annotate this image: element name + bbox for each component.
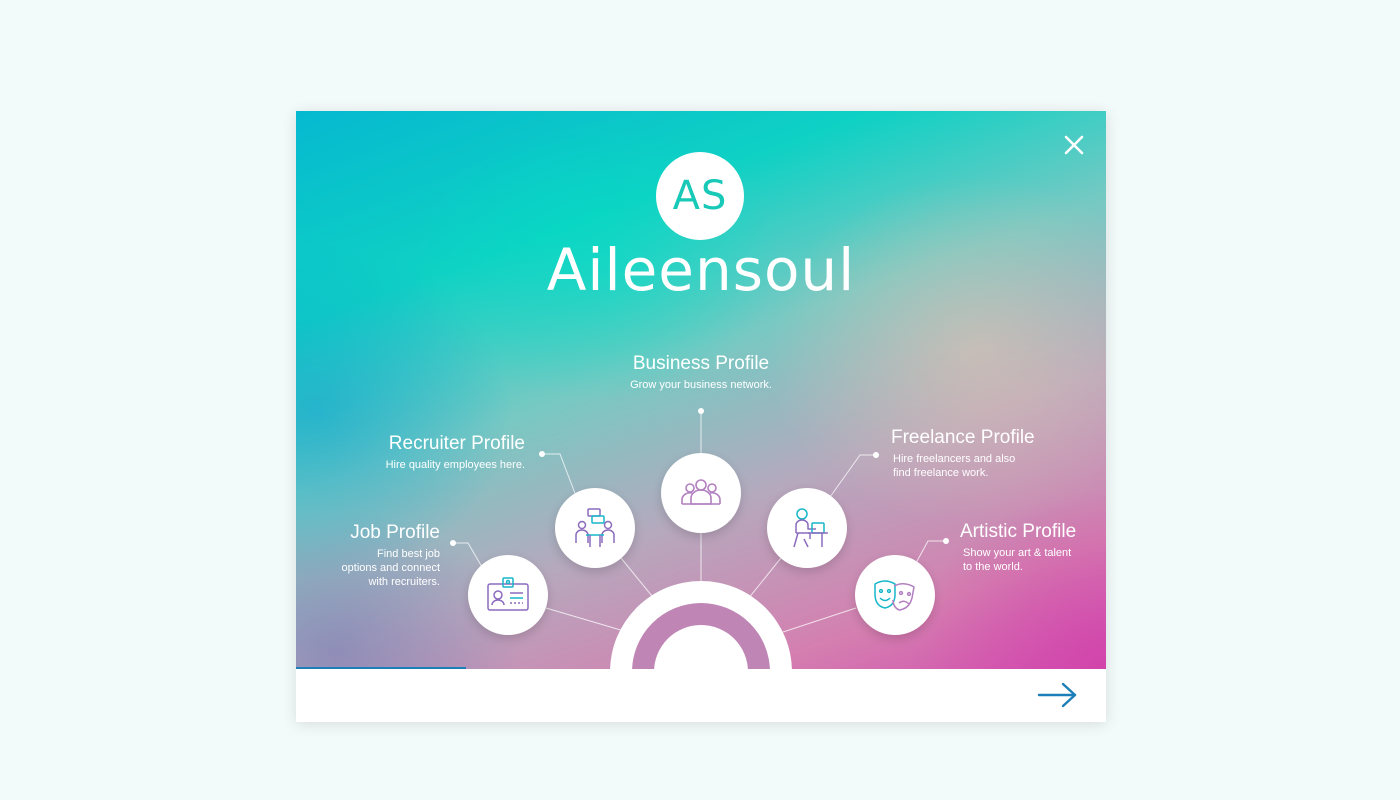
arrow-right-icon[interactable] [1036,680,1080,710]
freelance-profile-title: Freelance Profile [891,427,1035,448]
artistic-profile-button[interactable] [855,555,935,635]
modal-footer [296,669,1106,722]
center-arch-ring [632,603,770,669]
business-profile-button[interactable] [661,453,741,533]
artistic-profile-desc-line-2: to the world. [963,561,1023,573]
close-icon[interactable] [1060,131,1088,159]
brand-name: Aileensoul [546,236,856,304]
freelance-profile-label: Freelance Profile Hire freelancers and a… [891,427,1071,480]
group-icon [681,479,721,505]
job-profile-label: Job Profile Find best job options and co… [310,522,440,589]
center-arch-core [654,625,748,669]
job-profile-desc-line-2: options and connect [341,562,440,574]
business-profile-desc: Grow your business network. [630,379,772,391]
recruiter-profile-label: Recruiter Profile Hire quality employees… [326,433,525,472]
freelance-profile-desc-line-1: Hire freelancers and also [893,453,1016,465]
hero-panel: AS Aileensoul Business Profile Grow your… [296,111,1106,669]
logo-initials: AS [672,173,728,219]
job-profile-desc-line-3: with recruiters. [368,576,440,588]
freelance-profile-desc-line-2: find freelance work. [893,467,989,479]
theater-masks-icon [874,580,915,611]
artistic-profile-desc-line-1: Show your art & talent [963,547,1072,559]
artistic-profile-label: Artistic Profile Show your art & talent … [960,521,1100,574]
recruiter-profile-desc: Hire quality employees here. [385,459,525,471]
business-profile-title: Business Profile [632,353,770,374]
job-profile-desc: Find best job options and connect with r… [310,547,440,589]
onboarding-modal: AS Aileensoul Business Profile Grow your… [296,111,1106,722]
artistic-profile-title: Artistic Profile [960,521,1077,542]
recruiter-profile-button[interactable] [555,488,635,568]
job-profile-desc-line-1: Find best job [377,548,440,560]
brand-logo: AS [656,152,744,240]
interview-icon [575,508,615,547]
id-card-icon [487,577,529,611]
recruiter-profile-title: Recruiter Profile [388,433,525,454]
job-profile-button[interactable] [468,555,548,635]
freelance-profile-desc: Hire freelancers and also find freelance… [891,452,1071,480]
freelancer-desk-icon [793,508,828,548]
artistic-profile-desc: Show your art & talent to the world. [960,546,1100,574]
job-profile-title: Job Profile [350,522,440,543]
business-profile-label: Business Profile Grow your business netw… [601,353,801,392]
freelance-profile-button[interactable] [767,488,847,568]
